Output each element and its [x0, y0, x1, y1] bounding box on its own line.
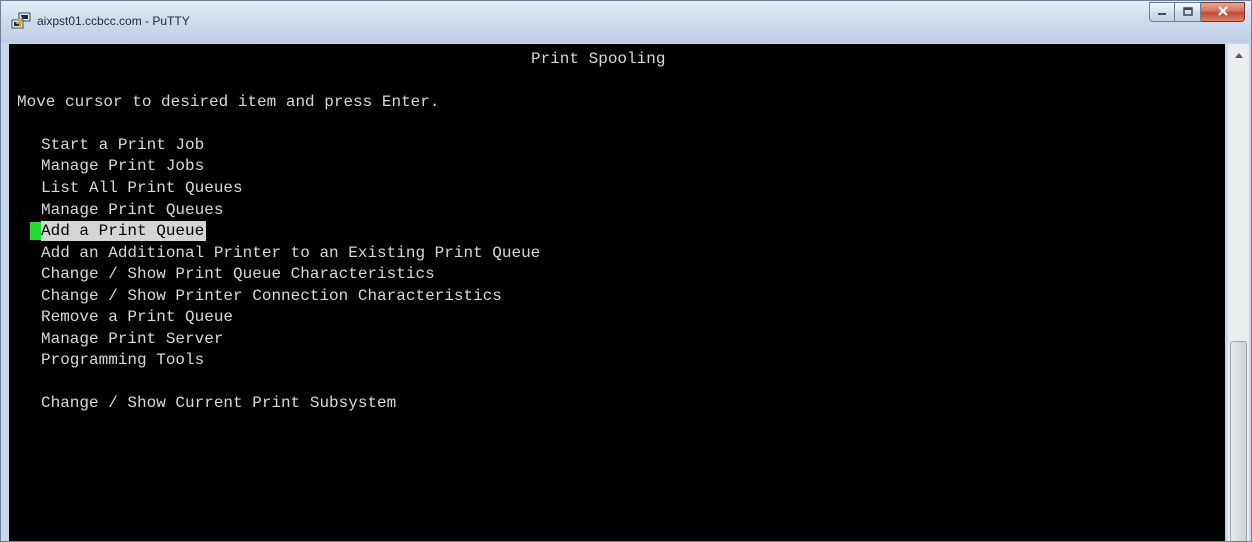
instruction-text: Move cursor to desired item and press En… — [17, 93, 440, 111]
scroll-thumb[interactable] — [1230, 341, 1247, 541]
screen-header: Print Spooling — [531, 50, 666, 68]
menu-item-add-additional-printer[interactable]: Add an Additional Printer to an Existing… — [41, 243, 540, 263]
maximize-icon — [1182, 3, 1193, 21]
close-button[interactable] — [1201, 2, 1245, 22]
menu-item-list-print-queues[interactable]: List All Print Queues — [41, 178, 243, 198]
scroll-up-button[interactable] — [1228, 44, 1249, 64]
menu-item-change-print-subsystem[interactable]: Change / Show Current Print Subsystem — [41, 393, 396, 413]
window-title: aixpst01.ccbcc.com - PuTTY — [37, 14, 190, 28]
menu-item-change-queue-characteristics[interactable]: Change / Show Print Queue Characteristic… — [41, 264, 435, 284]
menu-item-manage-print-jobs[interactable]: Manage Print Jobs — [41, 156, 204, 176]
terminal-screen[interactable]: Print Spooling Move cursor to desired it… — [9, 44, 1225, 541]
arrow-up-icon — [1234, 45, 1243, 63]
putty-window: aixpst01.ccbcc.com - PuTTY Print Spoolin… — [0, 0, 1252, 542]
menu-item-remove-print-queue[interactable]: Remove a Print Queue — [41, 307, 233, 327]
menu-item-manage-print-queues[interactable]: Manage Print Queues — [41, 200, 223, 220]
vertical-scrollbar[interactable] — [1227, 44, 1249, 541]
window-controls — [1149, 2, 1245, 22]
maximize-button[interactable] — [1175, 2, 1201, 22]
minimize-button[interactable] — [1149, 2, 1175, 22]
menu-item-start-print-job[interactable]: Start a Print Job — [41, 135, 204, 155]
text-cursor — [30, 222, 41, 240]
menu-item-add-print-queue[interactable]: Add a Print Queue — [41, 221, 207, 241]
minimize-icon — [1157, 3, 1167, 21]
menu-item-manage-print-server[interactable]: Manage Print Server — [41, 329, 223, 349]
title-bar[interactable]: aixpst01.ccbcc.com - PuTTY — [1, 1, 1251, 43]
putty-icon[interactable] — [11, 12, 31, 30]
menu-item-programming-tools[interactable]: Programming Tools — [41, 350, 204, 370]
menu-item-change-connection-characteristics[interactable]: Change / Show Printer Connection Charact… — [41, 286, 502, 306]
close-icon — [1217, 3, 1229, 21]
